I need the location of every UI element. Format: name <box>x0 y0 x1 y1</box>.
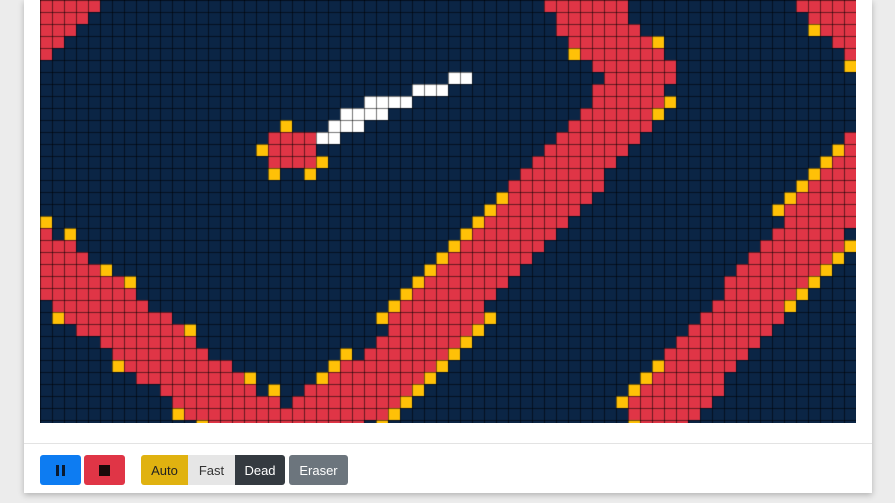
pause-icon <box>56 464 65 476</box>
pause-button[interactable] <box>40 455 81 485</box>
toolbar-divider <box>24 443 872 444</box>
mode-auto-button[interactable]: Auto <box>141 455 188 485</box>
eraser-button[interactable]: Eraser <box>289 455 348 485</box>
stop-icon <box>99 464 110 476</box>
stop-button[interactable] <box>84 455 125 485</box>
game-board[interactable] <box>40 0 856 423</box>
mode-fast-button[interactable]: Fast <box>188 455 235 485</box>
mode-button-group: Auto Fast Dead <box>141 455 285 485</box>
mode-dead-button[interactable]: Dead <box>235 455 285 485</box>
toolbar: Auto Fast Dead Eraser <box>40 455 348 485</box>
